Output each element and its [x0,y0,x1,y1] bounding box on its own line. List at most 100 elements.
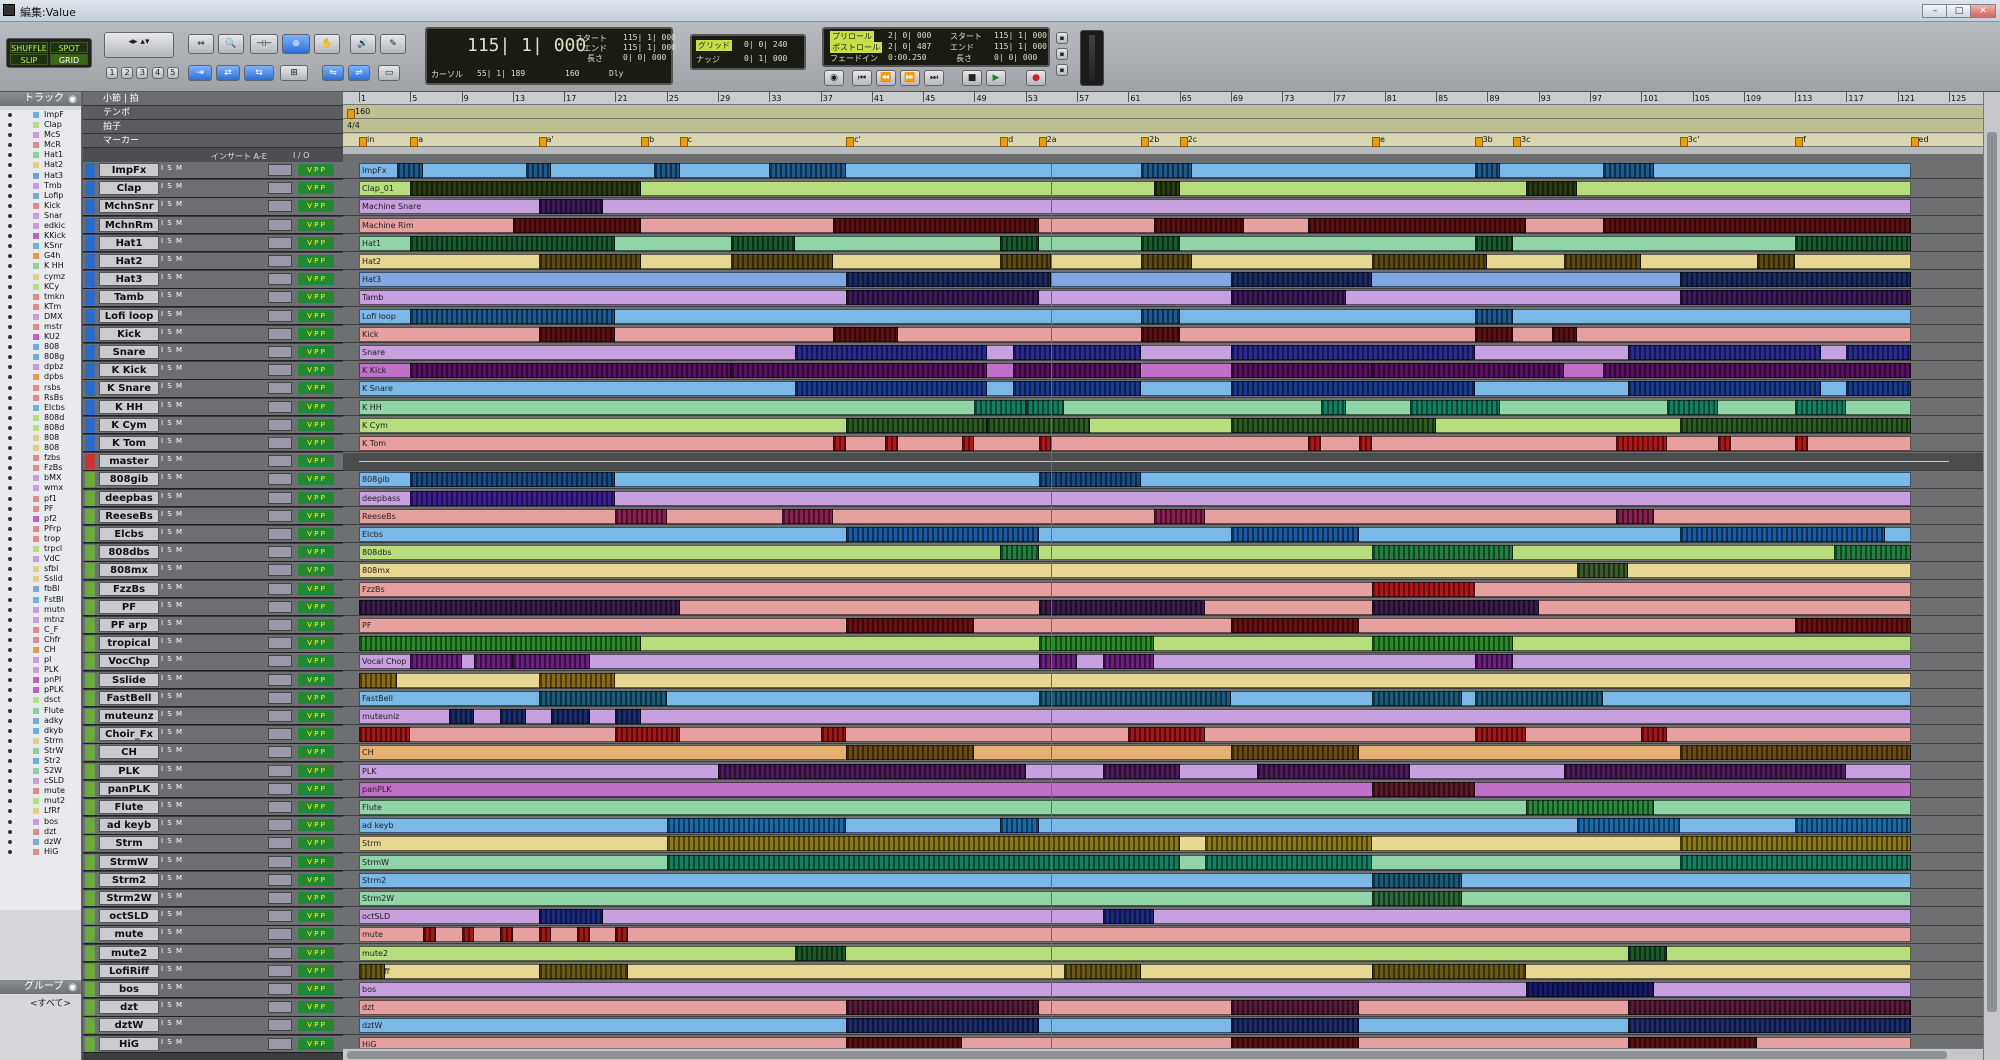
track-solo-mute-buttons[interactable]: I S M [161,801,183,809]
grid-nudge-display[interactable]: グリッド 0| 0| 240 ナッジ 0| 1| 000 [690,34,806,70]
track-list-item[interactable]: Hat3 [0,171,81,181]
clip-block[interactable] [538,963,629,979]
track-list-item[interactable]: tmkn [0,292,81,302]
track-name[interactable]: Elcbs [99,527,159,541]
track-playlist[interactable]: ReeseBs [343,508,1983,526]
track-visible-dot[interactable] [8,324,12,329]
track-list-item[interactable]: fzbs [0,453,81,463]
track-name[interactable]: ImpFx [99,163,159,177]
track-playlist[interactable]: K Kick [343,362,1983,380]
memory-location-marker[interactable]: 3c' [1679,135,1699,147]
track-solo-mute-buttons[interactable]: I S M [161,255,183,263]
track-visible-dot[interactable] [8,193,12,198]
track-playlist[interactable]: 808mx [343,562,1983,580]
track-io-selector[interactable] [268,437,292,449]
track-playlist[interactable]: mute2 [343,945,1983,962]
tempo-ruler[interactable]: 160 [343,106,1983,119]
track-name[interactable]: Strm [99,836,159,851]
track-header[interactable]: Hat3 I S M V P P [83,271,343,289]
track-visible-dot[interactable] [8,789,12,794]
track-header[interactable]: K Tom I S M V P P [83,435,343,453]
track-list-item[interactable]: KCy [0,282,81,292]
memory-location-marker[interactable]: 3b [1474,135,1493,147]
clip-block[interactable] [1038,472,1142,488]
clip-block[interactable] [1000,235,1039,251]
clip-block[interactable] [512,654,590,670]
track-solo-mute-buttons[interactable]: I S M [161,874,183,882]
track-playlist[interactable]: K HH [343,399,1983,416]
track-visible-dot[interactable] [8,688,12,693]
memory-location-marker[interactable]: f [1795,135,1806,147]
track-io-selector[interactable] [268,400,292,413]
track-header[interactable]: K Snare I S M V P P [83,380,343,398]
clip-block[interactable] [1577,818,1680,834]
track-visible-dot[interactable] [8,254,12,259]
track-view-buttons[interactable]: V P P [298,673,334,686]
track-name[interactable]: Snare [99,345,159,359]
audio-region[interactable]: mute [359,927,1911,943]
clip-block[interactable] [794,345,988,360]
track-io-selector[interactable] [268,582,292,595]
track-header[interactable]: PF arp I S M V P P [83,617,343,635]
clip-block[interactable] [359,727,411,743]
track-header[interactable]: muteunz I S M V P P [83,708,343,726]
clip-block[interactable] [1474,308,1514,324]
clip-block[interactable] [833,436,847,451]
track-header[interactable]: Sslide I S M V P P [83,671,343,689]
clip-block[interactable] [1128,727,1206,743]
clip-block[interactable] [782,508,834,524]
clip-block[interactable] [538,254,642,269]
track-list-item[interactable]: McS [0,130,81,140]
clip-block[interactable] [833,217,1039,233]
track-header[interactable]: dzt I S M V P P [83,999,343,1017]
track-view-buttons[interactable]: V P P [298,400,334,413]
track-solo-mute-buttons[interactable]: I S M [161,983,183,991]
audio-region[interactable]: mute2 [359,945,1911,961]
clip-block[interactable] [1025,399,1065,415]
clip-block[interactable] [1230,745,1360,761]
clip-block[interactable] [410,181,642,197]
memory-location-marker[interactable]: in [359,135,374,147]
track-visible-dot[interactable] [8,213,12,218]
track-list-item[interactable]: Hat2 [0,160,81,170]
memory-location-marker[interactable]: a' [538,135,554,147]
clip-block[interactable] [1230,290,1347,306]
track-solo-mute-buttons[interactable]: I S M [161,437,183,445]
clip-block[interactable] [1307,436,1321,451]
memory-location-marker[interactable]: 3c [1513,135,1531,147]
clip-block[interactable] [1795,818,1911,834]
track-header[interactable]: FzzBs I S M V P P [83,580,343,598]
track-name[interactable]: octSLD [99,909,159,924]
track-solo-mute-buttons[interactable]: I S M [161,837,183,845]
track-list-item[interactable]: cymz [0,272,81,282]
track-view-buttons[interactable]: V P P [298,255,334,267]
track-io-selector[interactable] [268,764,292,777]
track-io-selector[interactable] [268,455,292,468]
track-list-item[interactable]: KU2 [0,332,81,342]
track-solo-mute-buttons[interactable]: I S M [161,528,183,536]
track-list-item[interactable]: trpcl [0,544,81,554]
audio-region[interactable]: FzzBs [359,581,1911,597]
clip-block[interactable] [1474,727,1526,743]
clip-block[interactable] [1154,181,1180,197]
clip-block[interactable] [1628,381,1821,397]
track-visible-dot[interactable] [8,607,12,612]
clip-block[interactable] [1371,872,1462,888]
track-playlist[interactable]: Sslide [343,672,1983,689]
clip-block[interactable] [730,363,988,379]
tempo-ruler-label[interactable]: テンポ [83,106,343,120]
track-io-selector[interactable] [268,837,292,850]
track-playlist[interactable]: Tamb [343,289,1983,307]
edit-window-timeline[interactable]: 1 5 9 13 17 21 25 29 33 37 41 45 49 53 57 61 65 69 73 77 81 8… [343,92,1983,1060]
track-solo-mute-buttons[interactable]: I S M [161,328,183,336]
clip-block[interactable] [1371,254,1488,269]
track-visible-dot[interactable] [8,456,12,461]
track-io-selector[interactable] [268,892,292,904]
clip-block[interactable] [794,945,847,961]
clip-block[interactable] [987,417,1090,433]
track-name[interactable]: panPLK [99,781,159,796]
grid-mode-button[interactable]: GRID [50,54,88,65]
track-name[interactable]: MchnRm [99,217,159,232]
track-solo-mute-buttons[interactable]: I S M [161,637,183,645]
clip-block[interactable] [1615,436,1667,451]
